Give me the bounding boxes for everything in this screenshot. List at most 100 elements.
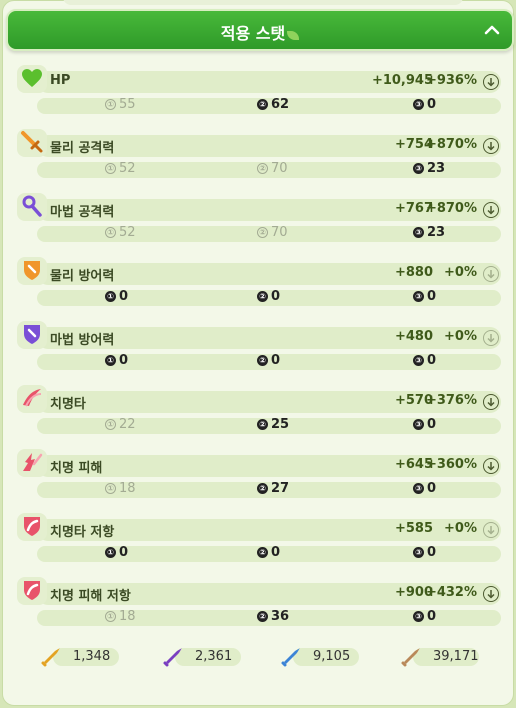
slot-value: 0 bbox=[427, 289, 437, 304]
slot-number: ① bbox=[105, 611, 116, 622]
stat-row: 마법 방어력 +480 +0% ①0 ②0 ③0 bbox=[15, 321, 505, 379]
slot-2: ② 27 bbox=[257, 481, 289, 496]
stat-label: 마법 공격력 bbox=[50, 205, 115, 220]
slot-value: 70 bbox=[271, 161, 288, 176]
slot-number: ③ bbox=[413, 419, 424, 430]
slot-value: 70 bbox=[271, 225, 288, 240]
slot-number: ② bbox=[257, 227, 268, 238]
stat-value: +880 bbox=[394, 265, 433, 280]
slot-1: ①0 bbox=[105, 289, 128, 304]
slot-1: ① 52 bbox=[105, 225, 136, 240]
stat-label: 물리 방어력 bbox=[50, 269, 115, 284]
slot-number: ③ bbox=[413, 547, 424, 558]
stat-percent: +936% bbox=[425, 73, 477, 88]
slot-3: ③0 bbox=[413, 481, 436, 496]
stat-percent: +0% bbox=[444, 265, 477, 280]
critical-damage-icon bbox=[17, 449, 47, 477]
arrow-down-circle-icon[interactable] bbox=[483, 74, 499, 90]
slot-value: 62 bbox=[271, 97, 290, 112]
slot-2: ② 70 bbox=[257, 225, 288, 240]
slot-2: ② 25 bbox=[257, 417, 289, 432]
arrow-down-circle-icon[interactable] bbox=[483, 202, 499, 218]
slot-value: 22 bbox=[119, 417, 136, 432]
header-title: 적용 스탯 bbox=[220, 24, 286, 43]
slot-value: 0 bbox=[119, 353, 129, 368]
stat-value: +585 bbox=[394, 521, 433, 536]
bronze-bullet-icon bbox=[401, 648, 420, 667]
stat-label: HP bbox=[50, 73, 71, 88]
slot-number: ③ bbox=[413, 611, 424, 622]
chevron-up-icon[interactable] bbox=[480, 18, 504, 42]
arrow-down-circle-icon[interactable] bbox=[483, 330, 499, 346]
currency-value: 9,105 bbox=[313, 649, 351, 664]
slot-number: ① bbox=[105, 99, 116, 110]
slot-1: ① 18 bbox=[105, 609, 136, 624]
slot-number: ③ bbox=[413, 291, 424, 302]
slot-number: ③ bbox=[413, 227, 424, 238]
stat-row: 마법 공격력 +767 +870% ① 52 ② 70 ③ 23 bbox=[15, 193, 505, 251]
stat-row: 물리 공격력 +754 +870% ① 52 ② 70 ③ 23 bbox=[15, 129, 505, 187]
arrow-down-circle-icon[interactable] bbox=[483, 266, 499, 282]
slot-value: 18 bbox=[119, 481, 136, 496]
slot-value: 18 bbox=[119, 609, 136, 624]
leaf-icon bbox=[287, 31, 300, 40]
slot-2: ②0 bbox=[257, 353, 280, 368]
slot-value: 27 bbox=[271, 481, 290, 496]
shield-orange-icon bbox=[17, 257, 47, 285]
stat-value: +480 bbox=[394, 329, 433, 344]
slot-number: ① bbox=[105, 483, 116, 494]
currency-value: 39,171 bbox=[433, 649, 479, 664]
slot-number: ③ bbox=[413, 163, 424, 174]
arrow-down-circle-icon[interactable] bbox=[483, 138, 499, 154]
arrow-down-circle-icon[interactable] bbox=[483, 458, 499, 474]
slot-1: ① 55 bbox=[105, 97, 136, 112]
slot-value: 0 bbox=[271, 353, 281, 368]
slot-number: ① bbox=[105, 419, 116, 430]
slot-3: ③0 bbox=[413, 289, 436, 304]
slot-2: ② 70 bbox=[257, 161, 288, 176]
slot-1: ①0 bbox=[105, 545, 128, 560]
stat-label: 치명타 저항 bbox=[50, 525, 115, 540]
arrow-down-circle-icon[interactable] bbox=[483, 586, 499, 602]
slot-value: 0 bbox=[427, 417, 437, 432]
stat-percent: +0% bbox=[444, 329, 477, 344]
stat-label: 물리 공격력 bbox=[50, 141, 115, 156]
slot-number: ③ bbox=[413, 483, 424, 494]
slot-3: ③0 bbox=[413, 97, 436, 112]
slot-1: ① 18 bbox=[105, 481, 136, 496]
stat-label: 치명타 bbox=[50, 397, 86, 412]
slot-3: ③0 bbox=[413, 417, 436, 432]
slot-value: 36 bbox=[271, 609, 290, 624]
slot-3: ③ 23 bbox=[413, 225, 445, 240]
slot-value: 55 bbox=[119, 97, 136, 112]
header-title-wrap: 적용 스탯 bbox=[8, 20, 512, 44]
slot-2: ②0 bbox=[257, 545, 280, 560]
slot-number: ① bbox=[105, 163, 116, 174]
arrow-down-circle-icon[interactable] bbox=[483, 394, 499, 410]
heart-icon bbox=[17, 65, 47, 93]
slot-value: 0 bbox=[427, 353, 437, 368]
slot-value: 52 bbox=[119, 225, 136, 240]
stat-row: 치명 피해 저항 +900 +432% ① 18 ② 36 ③0 bbox=[15, 577, 505, 635]
slot-number: ③ bbox=[413, 99, 424, 110]
currency-value: 2,361 bbox=[195, 649, 233, 664]
slot-value: 0 bbox=[427, 97, 437, 112]
panel-header[interactable]: 적용 스탯 bbox=[6, 9, 514, 51]
top-sliver bbox=[63, 0, 463, 5]
stat-percent: +432% bbox=[425, 585, 477, 600]
stat-label: 치명 피해 bbox=[50, 461, 103, 476]
stat-percent: +360% bbox=[425, 457, 477, 472]
stat-label: 치명 피해 저항 bbox=[50, 589, 131, 604]
slot-value: 0 bbox=[427, 545, 437, 560]
slot-value: 52 bbox=[119, 161, 136, 176]
critical-damage-resist-icon bbox=[17, 577, 47, 605]
slot-number: ① bbox=[105, 227, 116, 238]
slot-value: 0 bbox=[271, 545, 281, 560]
slot-1: ① 22 bbox=[105, 417, 136, 432]
stat-percent: +870% bbox=[425, 137, 477, 152]
arrow-down-circle-icon[interactable] bbox=[483, 522, 499, 538]
slot-value: 23 bbox=[427, 161, 446, 176]
blue-bullet-icon bbox=[281, 648, 300, 667]
slot-number: ① bbox=[105, 291, 116, 302]
stat-row: HP +10,945 +936% ① 55 ② 62 ③0 bbox=[15, 65, 505, 123]
